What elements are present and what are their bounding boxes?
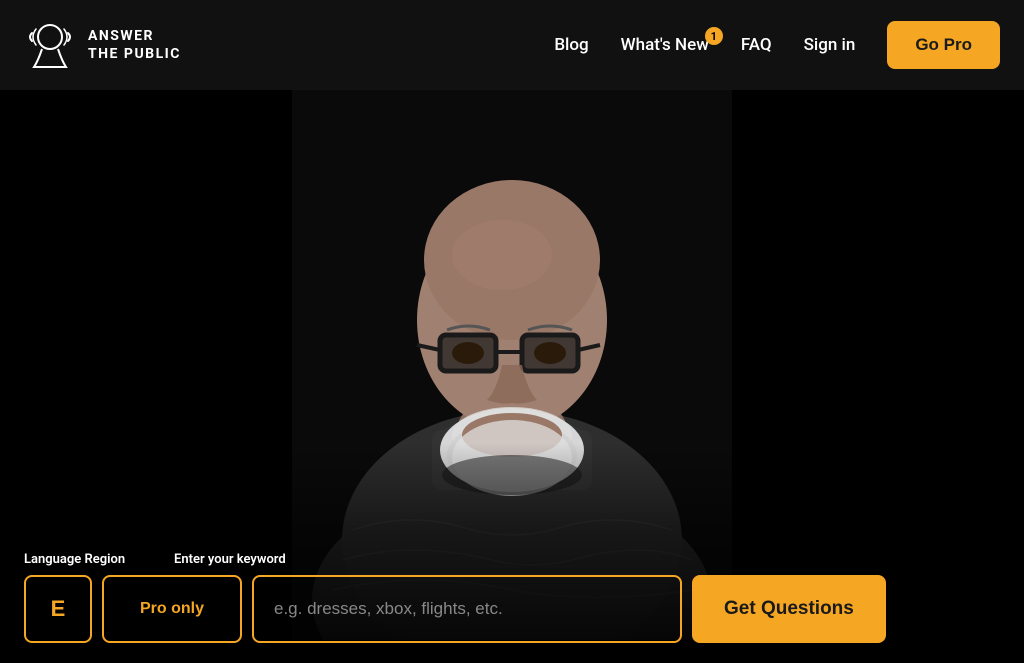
nav-whats-new[interactable]: What's New 1 — [621, 35, 709, 55]
form-labels: Language Region Enter your keyword — [24, 552, 1000, 567]
nav-faq[interactable]: FAQ — [741, 35, 772, 55]
nav-sign-in[interactable]: Sign in — [804, 35, 856, 55]
logo-text: ANSWER THE PUBLIC — [88, 27, 181, 63]
get-questions-button[interactable]: Get Questions — [692, 575, 886, 643]
language-button[interactable]: E — [24, 575, 92, 643]
keyword-input[interactable] — [252, 575, 682, 643]
logo-area: ANSWER THE PUBLIC — [24, 19, 181, 71]
pro-only-button[interactable]: Pro only — [102, 575, 242, 643]
keyword-label: Enter your keyword — [174, 552, 286, 567]
whats-new-badge: 1 — [705, 27, 723, 45]
logo-icon — [24, 19, 76, 71]
navbar: ANSWER THE PUBLIC Blog What's New 1 FAQ … — [0, 0, 1024, 90]
nav-links: Blog What's New 1 FAQ Sign in Go Pro — [554, 21, 1000, 69]
go-pro-button[interactable]: Go Pro — [887, 21, 1000, 69]
bottom-form: Language Region Enter your keyword E Pro… — [0, 552, 1024, 663]
language-region-label: Language Region — [24, 552, 164, 567]
form-controls: E Pro only Get Questions — [24, 575, 1000, 643]
nav-blog[interactable]: Blog — [554, 35, 588, 55]
